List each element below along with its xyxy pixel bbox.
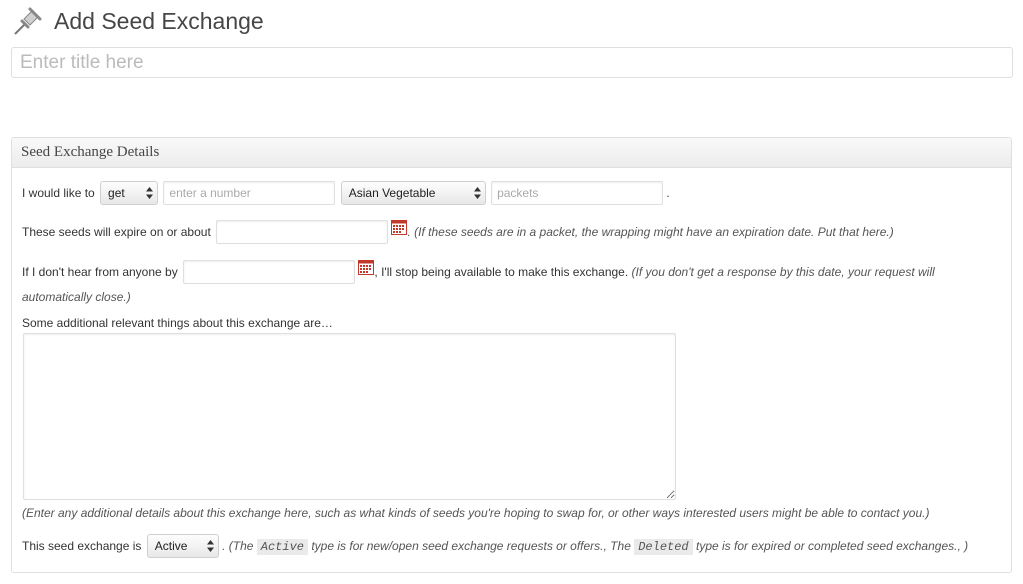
- category-select[interactable]: Asian Vegetable: [340, 181, 486, 205]
- box-title: Seed Exchange Details: [21, 144, 160, 160]
- status-row: This seed exchange is Active . (The Acti…: [22, 534, 968, 558]
- quantity-input[interactable]: [163, 181, 336, 205]
- updown-arrows-icon: [473, 187, 481, 199]
- request-suffix: .: [666, 186, 670, 200]
- availability-note-line1: (If you don't get a response by this dat…: [631, 265, 935, 279]
- updown-arrows-icon: [146, 187, 154, 199]
- exchange-request-row: I would like to get Asian Vegetable .: [22, 181, 670, 205]
- keyword-deleted: Deleted: [634, 538, 693, 555]
- status-select-value: Active: [154, 539, 188, 553]
- category-select-value: Asian Vegetable: [348, 186, 436, 200]
- box-header: Seed Exchange Details: [12, 138, 1011, 168]
- calendar-icon[interactable]: [391, 220, 408, 235]
- expiration-row: These seeds will expire on or about . (I…: [22, 220, 894, 244]
- request-prefix-label: I would like to: [22, 186, 95, 200]
- availability-after-text: , I'll stop being available to make this…: [374, 265, 629, 279]
- additional-details-note: (Enter any additional details about this…: [22, 506, 930, 520]
- status-note-b: type is for new/open seed exchange reque…: [311, 538, 631, 553]
- action-select-value: get: [108, 186, 125, 200]
- availability-note-line2: automatically close.): [22, 290, 131, 304]
- action-select[interactable]: get: [100, 181, 159, 205]
- updown-arrows-icon: [206, 540, 214, 552]
- pushpin-icon: [14, 7, 42, 35]
- expiration-date-input[interactable]: [216, 220, 389, 244]
- expiration-label: These seeds will expire on or about: [22, 225, 211, 239]
- availability-label: If I don't hear from anyone by: [22, 265, 178, 279]
- expiration-note: . (If these seeds are in a packet, the w…: [407, 225, 894, 239]
- unit-input[interactable]: [491, 181, 664, 205]
- availability-row: If I don't hear from anyone by , I'll st…: [22, 260, 1002, 304]
- availability-date-input[interactable]: [183, 260, 356, 284]
- status-note-c: type is for expired or completed seed ex…: [695, 538, 969, 553]
- additional-details-textarea[interactable]: [23, 333, 676, 500]
- seed-exchange-details-box: Seed Exchange Details I would like to ge…: [11, 137, 1012, 573]
- page-header: Add Seed Exchange: [12, 4, 264, 38]
- status-select[interactable]: Active: [146, 534, 219, 558]
- status-note: . (The Active type is for new/open seed …: [222, 538, 969, 555]
- keyword-active: Active: [256, 538, 308, 555]
- title-input[interactable]: [11, 47, 1013, 78]
- additional-label: Some additional relevant things about th…: [22, 316, 333, 330]
- status-label: This seed exchange is: [22, 539, 142, 553]
- page-title: Add Seed Exchange: [54, 7, 264, 34]
- status-note-a: . (The: [222, 538, 254, 553]
- calendar-icon[interactable]: [358, 260, 375, 275]
